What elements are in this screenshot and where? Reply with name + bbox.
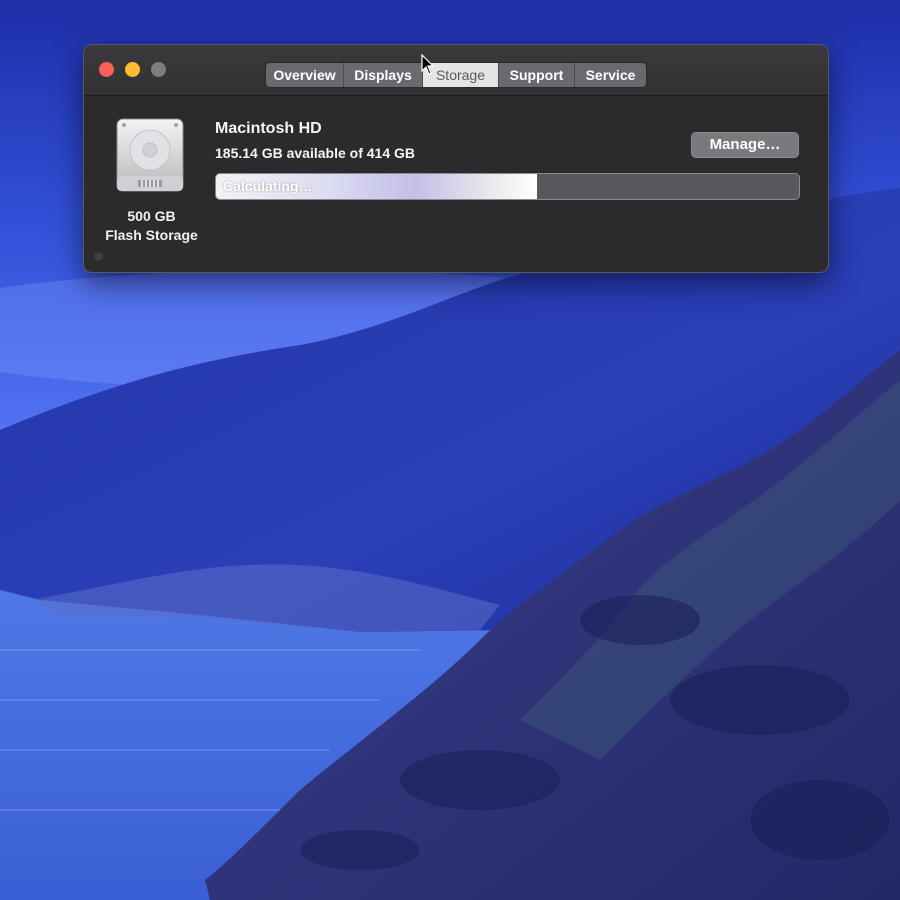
disk-type-label: Flash Storage	[105, 227, 198, 243]
storage-usage-bar: Calculating…	[215, 173, 800, 200]
tab-overview[interactable]: Overview	[266, 63, 344, 87]
window-titlebar[interactable]: Overview Displays Storage Support Servic…	[84, 45, 828, 96]
zoom-button[interactable]	[151, 62, 166, 77]
tab-bar: Overview Displays Storage Support Servic…	[265, 62, 647, 88]
mouse-cursor-icon	[421, 53, 435, 76]
tab-support[interactable]: Support	[499, 63, 575, 87]
storage-bar-label: Calculating…	[223, 178, 313, 194]
about-this-mac-window: Overview Displays Storage Support Servic…	[83, 44, 829, 273]
tab-service[interactable]: Service	[575, 63, 646, 87]
minimize-button[interactable]	[125, 62, 140, 77]
close-button[interactable]	[99, 62, 114, 77]
volume-available-text: 185.14 GB available of 414 GB	[215, 145, 415, 161]
disk-size-label: 500 GB	[127, 208, 176, 224]
manage-button[interactable]: Manage…	[691, 132, 799, 158]
volume-name: Macintosh HD	[215, 120, 322, 137]
tab-displays[interactable]: Displays	[344, 63, 423, 87]
window-corner-dot	[94, 252, 103, 261]
hard-drive-icon	[114, 118, 186, 196]
